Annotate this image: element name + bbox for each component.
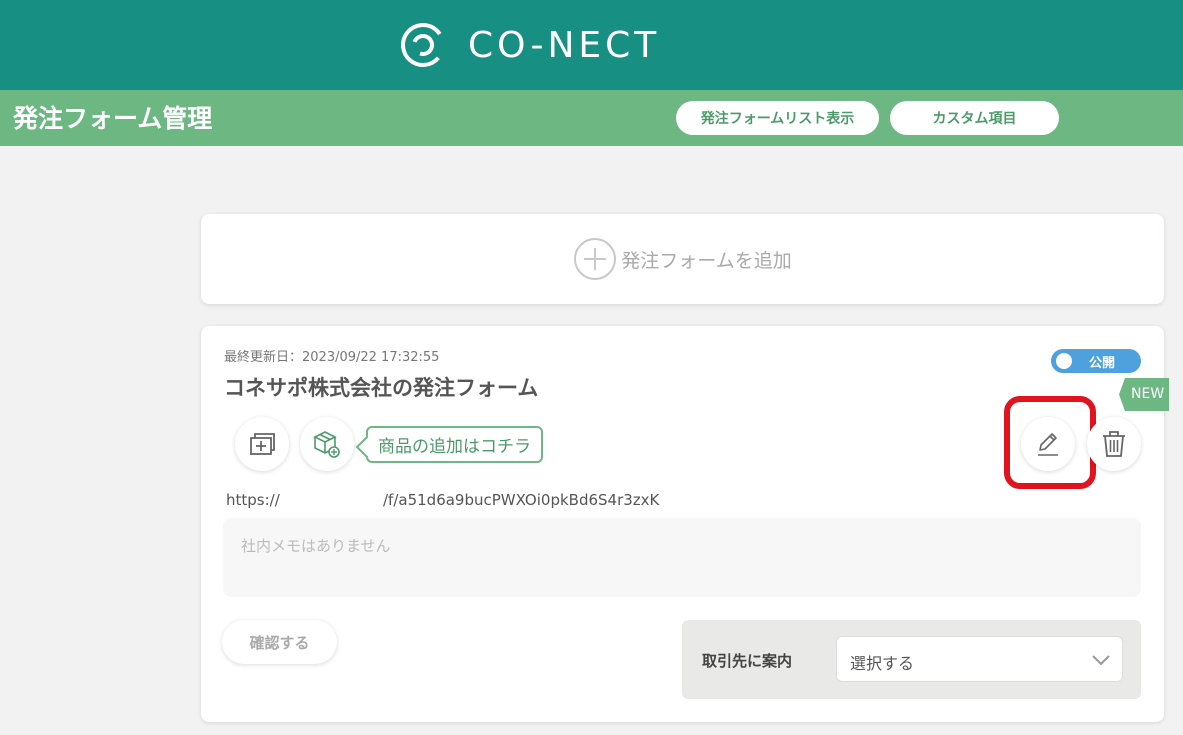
partner-notify-panel: 取引先に案内 選択する [682, 620, 1141, 699]
edit-form-button[interactable] [1021, 417, 1075, 471]
copy-form-button[interactable] [235, 417, 289, 471]
logo-text: CO-NECT [468, 24, 661, 66]
form-url-path[interactable]: /f/a51d6a9bucPWXOi0pkBd6S4r3zxK [383, 491, 659, 509]
publish-status-label: 公開 [1089, 356, 1116, 371]
copy-add-icon [250, 433, 275, 455]
partner-notify-label: 取引先に案内 [702, 652, 793, 670]
memo-placeholder: 社内メモはありません [241, 537, 391, 555]
toggle-knob [1056, 353, 1072, 369]
brand-logo[interactable]: CO-NECT [398, 20, 660, 70]
last-updated: 最終更新日：2023/09/22 17:32:55 [224, 350, 440, 365]
product-box-add-icon [313, 431, 340, 458]
form-url-prefix[interactable]: https:// [226, 491, 280, 509]
chevron-down-icon [1092, 655, 1110, 666]
page-title: 発注フォーム管理 [13, 104, 213, 133]
delete-form-button[interactable] [1087, 417, 1141, 471]
add-form-button[interactable]: 発注フォームを追加 [201, 214, 1164, 304]
partner-select-value: 選択する [850, 654, 915, 673]
add-product-button[interactable] [300, 417, 354, 471]
new-badge-label: NEW [1131, 386, 1165, 402]
pencil-edit-icon [1038, 433, 1058, 456]
order-form-card: 最終更新日：2023/09/22 17:32:55 コネサポ株式会社の発注フォー… [201, 326, 1169, 722]
custom-fields-button[interactable]: カスタム項目 [890, 101, 1059, 135]
trash-icon [1103, 431, 1125, 457]
plus-circle-icon [574, 238, 617, 280]
new-badge: NEW [1119, 378, 1169, 411]
publish-toggle[interactable]: 公開 [1051, 349, 1141, 373]
confirm-button[interactable]: 確認する [222, 620, 337, 664]
internal-memo[interactable]: 社内メモはありません [223, 518, 1141, 597]
partner-select[interactable]: 選択する [836, 636, 1123, 682]
top-header: CO-NECT [0, 0, 1183, 90]
form-title: コネサポ株式会社の発注フォーム [224, 376, 539, 400]
co-nect-logo-icon [401, 23, 445, 67]
form-list-button[interactable]: 発注フォームリスト表示 [676, 101, 879, 135]
add-form-label: 発注フォームを追加 [621, 249, 792, 272]
add-product-callout[interactable]: 商品の追加はコチラ [366, 426, 543, 463]
